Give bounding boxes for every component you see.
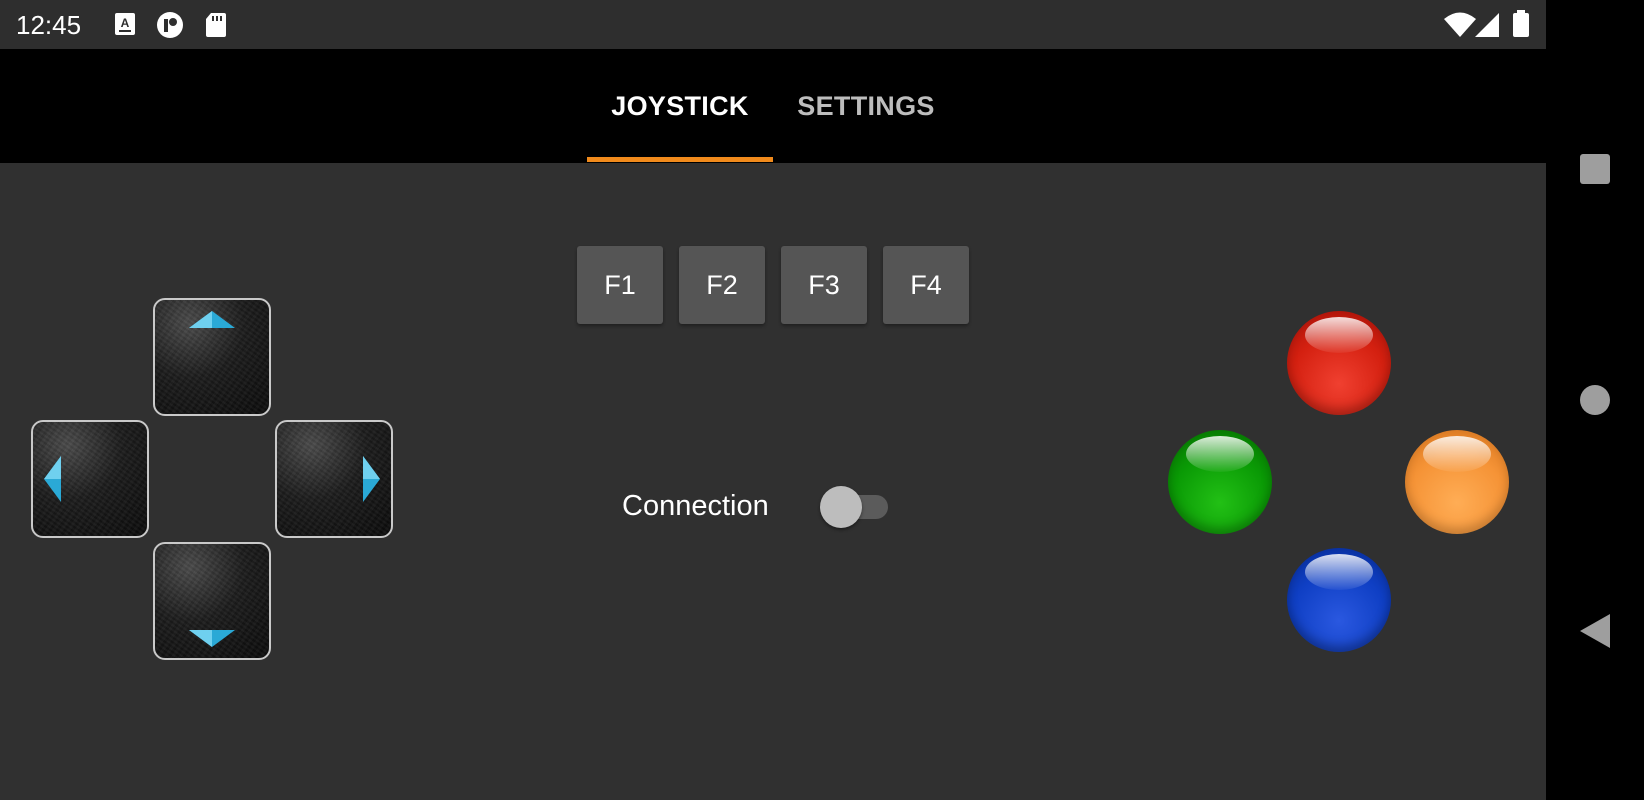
svg-text:A: A	[121, 16, 130, 30]
connection-label: Connection	[622, 490, 769, 522]
f2-button[interactable]: F2	[679, 246, 765, 324]
sd-card-icon	[205, 12, 227, 43]
blue-action-button[interactable]	[1287, 548, 1391, 652]
app-screen: 12:45 A JOYSTICK SETTINGS F1 F2 F3 F4 Co…	[0, 0, 1546, 800]
connection-toggle[interactable]	[820, 486, 888, 528]
f4-button[interactable]: F4	[883, 246, 969, 324]
dpad-down-button[interactable]	[153, 542, 271, 660]
f3-button[interactable]: F3	[781, 246, 867, 324]
active-tab-indicator	[587, 157, 773, 162]
f1-button[interactable]: F1	[577, 246, 663, 324]
status-time: 12:45	[16, 10, 82, 40]
back-triangle-icon[interactable]	[1579, 613, 1611, 654]
tab-bar: JOYSTICK SETTINGS	[0, 49, 1546, 163]
tab-settings[interactable]: SETTINGS	[773, 49, 959, 163]
green-action-button[interactable]	[1168, 430, 1272, 534]
red-action-button[interactable]	[1287, 311, 1391, 415]
navigation-bar	[1546, 0, 1644, 800]
toggle-thumb	[820, 486, 862, 528]
cell-signal-icon	[1474, 12, 1500, 43]
arrow-up-icon	[189, 311, 235, 328]
home-circle-icon[interactable]	[1579, 384, 1611, 421]
wifi-icon	[1443, 12, 1477, 43]
dpad-right-button[interactable]	[275, 420, 393, 538]
arrow-down-icon	[189, 630, 235, 647]
arrow-left-icon	[44, 456, 61, 502]
orange-action-button[interactable]	[1405, 430, 1509, 534]
recents-square-icon[interactable]	[1579, 153, 1611, 190]
tab-joystick[interactable]: JOYSTICK	[587, 49, 773, 163]
dpad-left-button[interactable]	[31, 420, 149, 538]
arrow-right-icon	[363, 456, 380, 502]
dpad-up-button[interactable]	[153, 298, 271, 416]
status-bar: 12:45 A	[0, 0, 1546, 49]
battery-icon	[1512, 10, 1530, 43]
notification-app-icon	[156, 11, 184, 44]
translate-a-icon: A	[114, 12, 136, 41]
